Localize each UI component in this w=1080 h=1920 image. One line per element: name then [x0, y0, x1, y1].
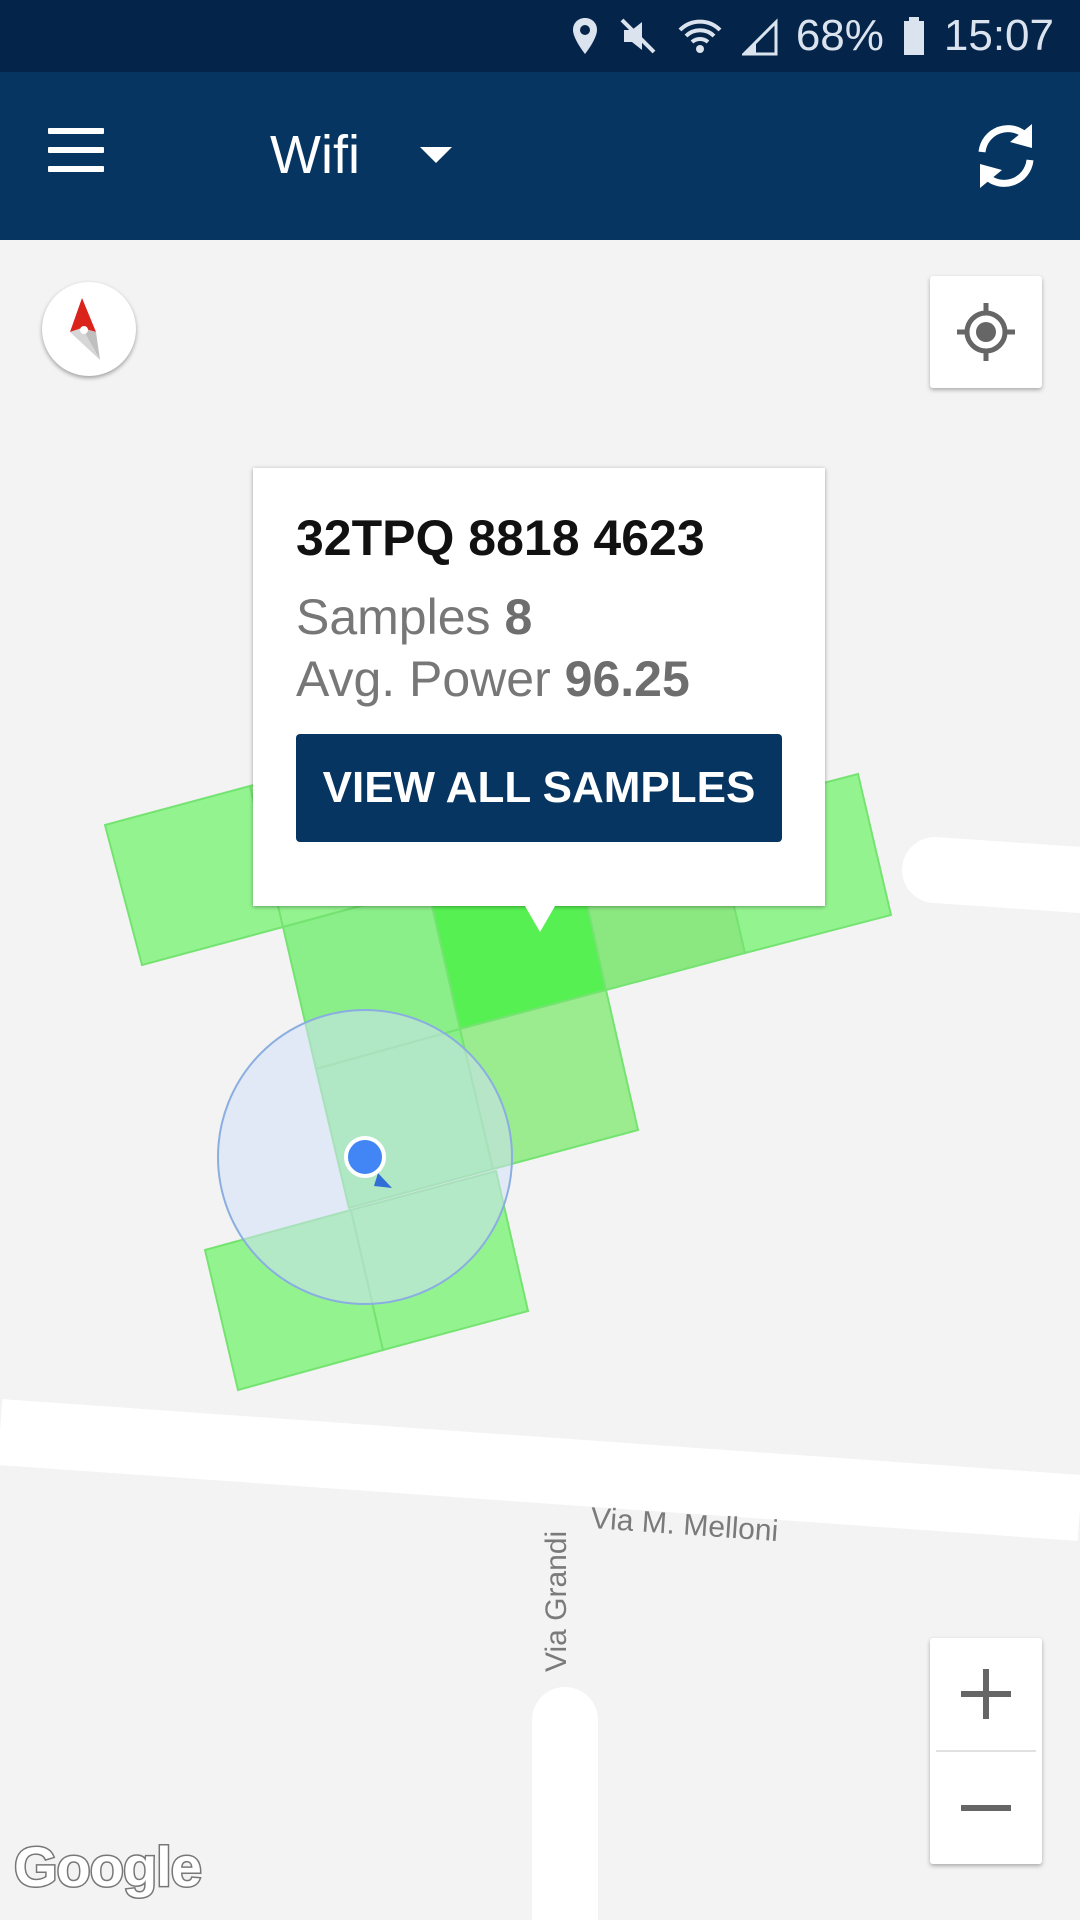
samples-value: 8: [504, 589, 533, 645]
location-icon: [570, 16, 600, 56]
power-value: 96.25: [564, 651, 690, 707]
zoom-in-icon[interactable]: [930, 1638, 1042, 1750]
cell-id: 32TPQ 8818 4623: [296, 510, 705, 566]
my-location-icon[interactable]: [930, 276, 1042, 388]
cell-info-popup: 32TPQ 8818 4623 Samples 8 Avg. Power 96.…: [253, 468, 825, 906]
status-bar: 68% 15:07: [0, 0, 1080, 72]
wifi-icon: [676, 16, 724, 56]
road-via-melloni: [0, 1399, 1080, 1541]
battery-icon: [902, 16, 926, 56]
layer-label: Wifi: [270, 125, 360, 185]
layer-dropdown[interactable]: Wifi: [270, 120, 452, 190]
samples-stat: Samples 8: [296, 586, 783, 648]
refresh-icon[interactable]: [966, 116, 1046, 196]
power-label: Avg. Power: [296, 651, 551, 707]
power-stat: Avg. Power 96.25: [296, 648, 783, 710]
street-label: Via Grandi: [540, 1530, 573, 1672]
menu-icon[interactable]: [48, 128, 118, 184]
app-bar: Wifi: [0, 72, 1080, 240]
battery-percentage: 68%: [795, 11, 884, 60]
mute-icon: [618, 16, 658, 56]
dropdown-caret-icon: [419, 147, 452, 163]
samples-label: Samples: [296, 589, 491, 645]
view-all-samples-button[interactable]: VIEW ALL SAMPLES: [296, 734, 782, 842]
location-dot: [344, 1136, 386, 1178]
compass-icon[interactable]: [42, 282, 136, 376]
zoom-out-icon[interactable]: [930, 1752, 1042, 1864]
road-upper: [902, 837, 1080, 913]
clock: 15:07: [943, 11, 1054, 60]
google-attribution: Google: [13, 1834, 204, 1900]
zoom-controls: [930, 1638, 1042, 1864]
popup-pointer: [525, 906, 555, 932]
signal-icon: [741, 16, 778, 56]
